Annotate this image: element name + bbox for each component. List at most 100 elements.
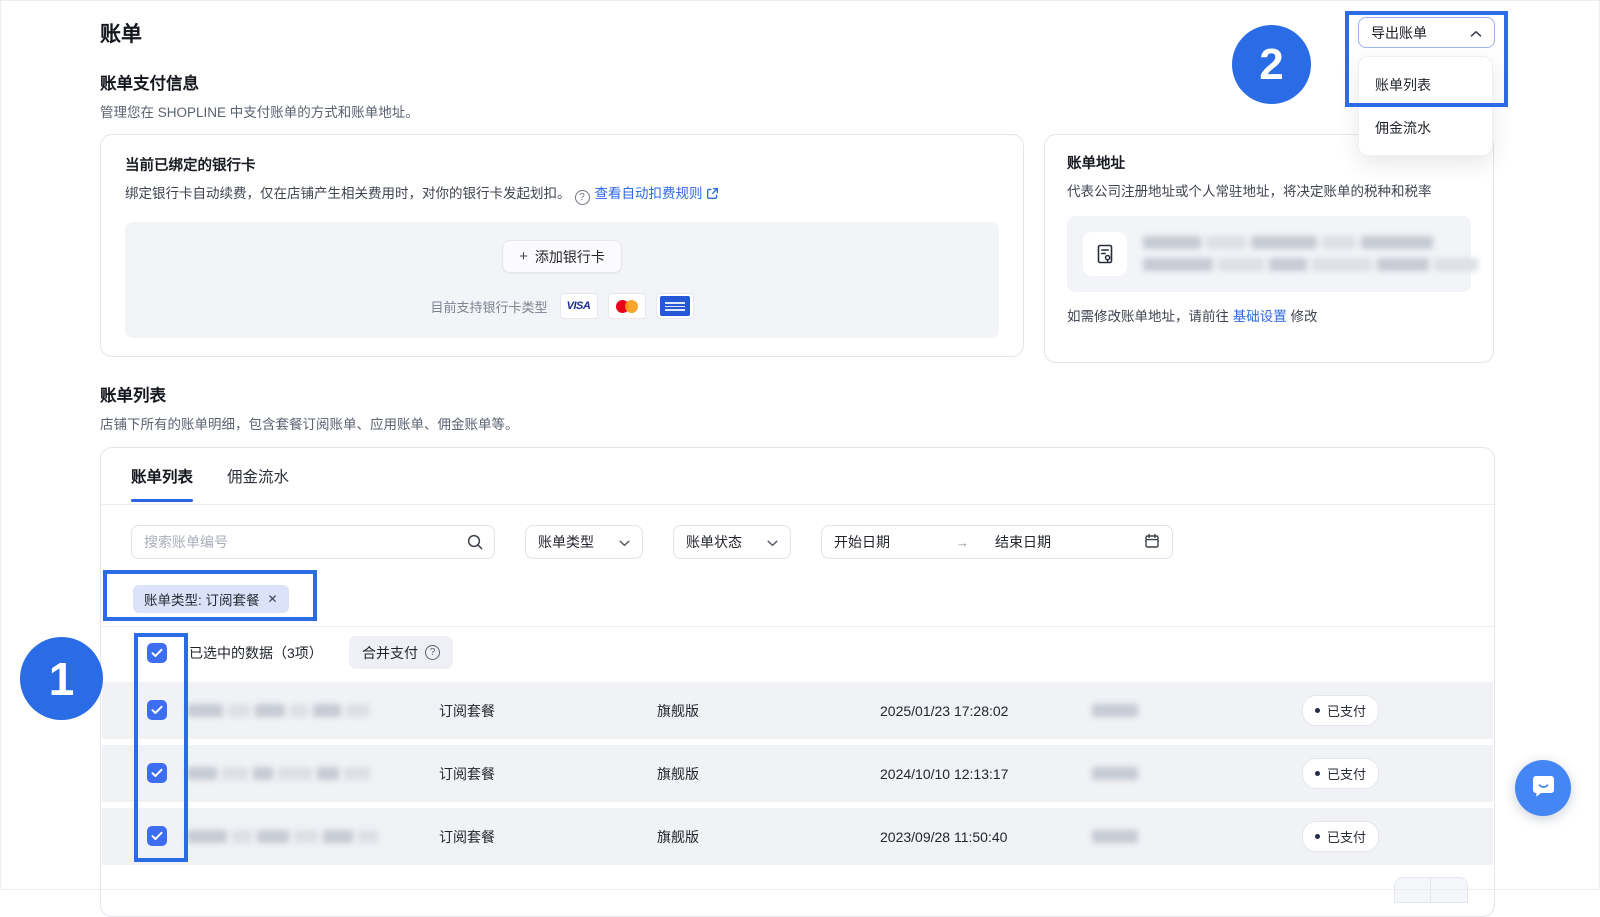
- bill-type-cell: 订阅套餐: [439, 745, 495, 802]
- bill-id-redacted: [187, 745, 370, 802]
- supported-card-types: 目前支持银行卡类型 VISA: [430, 293, 693, 319]
- chat-support-button[interactable]: [1515, 760, 1571, 816]
- status-dot-icon: [1315, 708, 1320, 713]
- bill-date-cell: 2025/01/23 17:28:02: [880, 682, 1008, 739]
- chevron-down-icon: [767, 534, 778, 550]
- billing-address-footer: 如需修改账单地址，请前往 基础设置 修改: [1067, 305, 1471, 325]
- bill-amount-redacted: [1092, 808, 1138, 865]
- footer-prefix: 如需修改账单地址，请前往: [1067, 309, 1229, 324]
- plus-icon: +: [519, 248, 528, 265]
- document-location-icon: [1083, 232, 1127, 276]
- row-checkbox[interactable]: [147, 826, 167, 846]
- payment-section-title: 账单支付信息: [100, 70, 419, 94]
- status-label: 已支付: [1327, 827, 1366, 846]
- active-filter-tag: 账单类型: 订阅套餐 ✕: [133, 585, 289, 613]
- export-bills-label: 导出账单: [1371, 23, 1427, 43]
- annotation-step-1-badge: 1: [20, 637, 103, 720]
- bill-plan-cell: 旗舰版: [657, 682, 699, 739]
- merge-pay-label: 合并支付: [362, 643, 418, 663]
- supported-card-types-label: 目前支持银行卡类型: [430, 297, 547, 316]
- export-dropdown-menu: 账单列表 佣金流水: [1358, 56, 1493, 156]
- payment-section-header: 账单支付信息 管理您在 SHOPLINE 中支付账单的方式和账单地址。: [100, 70, 419, 121]
- end-date-label: 结束日期: [995, 532, 1051, 552]
- billing-address-redacted-text: [1143, 236, 1478, 271]
- filter-toolbar: 账单类型 账单状态 开始日期 → 结束日期: [131, 525, 1173, 559]
- menu-item-bill-list[interactable]: 账单列表: [1359, 63, 1492, 106]
- amex-icon: [656, 293, 694, 319]
- row-checkbox[interactable]: [147, 763, 167, 783]
- bank-card-title: 当前已绑定的银行卡: [125, 154, 999, 175]
- bill-status-select-label: 账单状态: [686, 532, 742, 552]
- bill-list-card: 账单列表 佣金流水 账单类型 账单状态 开始日期 → 结束日期 账单类型:: [100, 447, 1495, 917]
- bill-date-cell: 2024/10/10 12:13:17: [880, 745, 1008, 802]
- export-bills-button[interactable]: 导出账单: [1358, 17, 1495, 48]
- bill-list-section-header: 账单列表 店铺下所有的账单明细，包含套餐订阅账单、应用账单、佣金账单等。: [100, 382, 519, 433]
- bill-list-tabs: 账单列表 佣金流水: [131, 465, 289, 502]
- search-box: [131, 525, 495, 559]
- tab-bill-list[interactable]: 账单列表: [131, 465, 193, 502]
- chat-bubble-icon: [1528, 771, 1558, 806]
- add-bank-card-button[interactable]: + 添加银行卡: [502, 240, 622, 273]
- tab-commission-flow[interactable]: 佣金流水: [227, 465, 289, 502]
- auto-debit-rules-link[interactable]: 查看自动扣费规则: [595, 186, 703, 201]
- close-icon[interactable]: ✕: [268, 592, 278, 606]
- bill-date-cell: 2023/09/28 11:50:40: [880, 808, 1007, 865]
- merge-pay-button[interactable]: 合并支付 ?: [349, 636, 453, 669]
- table-row[interactable]: 订阅套餐 旗舰版 2024/10/10 12:13:17 已支付: [102, 745, 1493, 802]
- calendar-icon: [1144, 533, 1160, 552]
- external-link-icon: [706, 186, 719, 207]
- selection-header-row: 已选中的数据（3项） 合并支付 ?: [101, 626, 1494, 679]
- billing-address-description: 代表公司注册地址或个人常驻地址，将决定账单的税种和税率: [1067, 182, 1471, 203]
- date-range-picker[interactable]: 开始日期 → 结束日期: [821, 525, 1173, 559]
- bill-plan-cell: 旗舰版: [657, 745, 699, 802]
- footer-suffix: 修改: [1291, 309, 1318, 324]
- table-row[interactable]: 订阅套餐 旗舰版 2025/01/23 17:28:02 已支付: [102, 682, 1493, 739]
- status-label: 已支付: [1327, 764, 1366, 783]
- row-checkbox[interactable]: [147, 700, 167, 720]
- active-filter-tag-label: 账单类型: 订阅套餐: [144, 589, 260, 609]
- search-icon[interactable]: [466, 533, 484, 556]
- payment-section-description: 管理您在 SHOPLINE 中支付账单的方式和账单地址。: [100, 101, 419, 121]
- next-page-button[interactable]: [1431, 878, 1467, 902]
- bank-card-empty-area: + 添加银行卡 目前支持银行卡类型 VISA: [125, 222, 999, 338]
- bank-card-description: 绑定银行卡自动续费，仅在店铺产生相关费用时，对你的银行卡发起划扣。? 查看自动扣费…: [125, 184, 999, 207]
- search-input[interactable]: [131, 525, 495, 559]
- billing-address-box: [1067, 216, 1471, 292]
- chevron-up-icon: [1470, 25, 1482, 41]
- annotation-step-2-badge: 2: [1232, 25, 1311, 104]
- tabs-divider: [101, 504, 1494, 505]
- status-dot-icon: [1315, 771, 1320, 776]
- bill-plan-cell: 旗舰版: [657, 808, 699, 865]
- select-all-checkbox[interactable]: [147, 643, 167, 663]
- page-title: 账单: [100, 18, 142, 48]
- table-row[interactable]: 订阅套餐 旗舰版 2023/09/28 11:50:40 已支付: [102, 808, 1493, 865]
- prev-page-button[interactable]: [1395, 878, 1431, 902]
- pagination-controls[interactable]: [1394, 877, 1468, 903]
- status-label: 已支付: [1327, 701, 1366, 720]
- billing-address-panel: 账单地址 代表公司注册地址或个人常驻地址，将决定账单的税种和税率 如需修改账单地…: [1044, 134, 1494, 363]
- menu-item-commission-flow[interactable]: 佣金流水: [1359, 106, 1492, 149]
- bill-type-select-label: 账单类型: [538, 532, 594, 552]
- status-dot-icon: [1315, 834, 1320, 839]
- visa-icon: VISA: [560, 293, 598, 319]
- status-badge: 已支付: [1302, 695, 1379, 726]
- bill-type-cell: 订阅套餐: [439, 808, 495, 865]
- bill-type-cell: 订阅套餐: [439, 682, 495, 739]
- add-bank-card-label: 添加银行卡: [535, 247, 605, 267]
- arrow-right-icon: →: [956, 535, 969, 550]
- help-circle-icon: ?: [425, 645, 440, 660]
- bill-list-section-title: 账单列表: [100, 382, 519, 406]
- status-badge: 已支付: [1302, 758, 1379, 789]
- bound-bank-card-panel: 当前已绑定的银行卡 绑定银行卡自动续费，仅在店铺产生相关费用时，对你的银行卡发起…: [100, 134, 1024, 357]
- visa-wordmark: VISA: [567, 300, 591, 312]
- bill-status-select[interactable]: 账单状态: [673, 525, 791, 559]
- mastercard-icon: [608, 293, 646, 319]
- bill-type-select[interactable]: 账单类型: [525, 525, 643, 559]
- bill-id-redacted: [187, 682, 370, 739]
- basic-settings-link[interactable]: 基础设置: [1233, 309, 1287, 324]
- bank-card-description-text: 绑定银行卡自动续费，仅在店铺产生相关费用时，对你的银行卡发起划扣。: [125, 186, 571, 201]
- help-circle-icon[interactable]: ?: [575, 190, 590, 205]
- selected-count-label: 已选中的数据（3项）: [189, 643, 323, 663]
- bill-amount-redacted: [1092, 682, 1138, 739]
- bill-list-section-description: 店铺下所有的账单明细，包含套餐订阅账单、应用账单、佣金账单等。: [100, 413, 519, 433]
